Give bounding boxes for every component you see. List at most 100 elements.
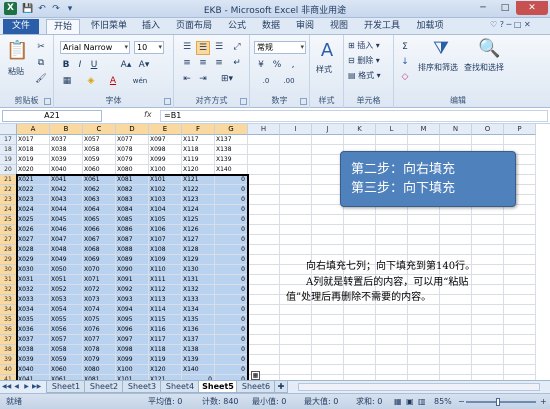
cell-k26[interactable] <box>344 225 376 235</box>
row-header-31[interactable]: 31 <box>0 275 17 285</box>
column-header-e[interactable]: E <box>149 124 182 135</box>
cell-d26[interactable]: X086 <box>116 225 149 235</box>
cell-h21[interactable] <box>248 175 280 185</box>
align-bottom-icon[interactable]: ☰ <box>212 41 226 53</box>
comma-icon[interactable]: , <box>286 59 300 71</box>
row-header-28[interactable]: 28 <box>0 245 17 255</box>
cell-d35[interactable]: X095 <box>116 315 149 325</box>
percent-icon[interactable]: % <box>270 59 284 71</box>
cell-d23[interactable]: X083 <box>116 195 149 205</box>
cell-p32[interactable] <box>504 285 536 295</box>
cell-g29[interactable]: 0 <box>215 255 248 265</box>
cell-m34[interactable] <box>408 305 440 315</box>
cell-b29[interactable]: X049 <box>50 255 83 265</box>
cell-g36[interactable]: 0 <box>215 325 248 335</box>
cell-h35[interactable] <box>248 315 280 325</box>
column-header-h[interactable]: H <box>248 124 280 135</box>
column-header-c[interactable]: C <box>83 124 116 135</box>
cell-c22[interactable]: X062 <box>83 185 116 195</box>
row-header-25[interactable]: 25 <box>0 215 17 225</box>
cell-l37[interactable] <box>376 335 408 345</box>
cell-k36[interactable] <box>344 325 376 335</box>
cell-g35[interactable]: 0 <box>215 315 248 325</box>
cell-e35[interactable]: X115 <box>149 315 182 325</box>
cell-j37[interactable] <box>312 335 344 345</box>
cell-a31[interactable]: X031 <box>17 275 50 285</box>
cell-h30[interactable] <box>248 265 280 275</box>
column-header-a[interactable]: A <box>17 124 50 135</box>
cell-p35[interactable] <box>504 315 536 325</box>
cell-b32[interactable]: X052 <box>50 285 83 295</box>
row-header-37[interactable]: 37 <box>0 335 17 345</box>
find-select-icon[interactable]: 🔍 <box>478 39 500 59</box>
cell-i34[interactable] <box>280 305 312 315</box>
border-icon[interactable]: ▦ <box>60 75 74 87</box>
cell-m39[interactable] <box>408 355 440 365</box>
cell-a27[interactable]: X027 <box>17 235 50 245</box>
tab-insert[interactable]: 插入 <box>136 19 166 34</box>
cell-d19[interactable]: X079 <box>116 155 149 165</box>
cell-j35[interactable] <box>312 315 344 325</box>
cell-d39[interactable]: X099 <box>116 355 149 365</box>
cell-l26[interactable] <box>376 225 408 235</box>
number-launcher-icon[interactable] <box>300 98 307 105</box>
cell-g19[interactable]: X139 <box>215 155 248 165</box>
row-header-30[interactable]: 30 <box>0 265 17 275</box>
cell-g25[interactable]: 0 <box>215 215 248 225</box>
zoom-slider-knob[interactable] <box>496 398 500 406</box>
last-sheet-icon[interactable]: ▶▶ <box>32 382 41 392</box>
insert-function-icon[interactable]: fx <box>144 110 152 119</box>
close-button[interactable]: ✕ <box>516 1 548 15</box>
font-launcher-icon[interactable] <box>164 98 171 105</box>
cell-n17[interactable] <box>440 135 472 145</box>
sheet-tab-sheet6[interactable]: Sheet6 <box>236 381 276 393</box>
cell-e37[interactable]: X117 <box>149 335 182 345</box>
fill-icon[interactable]: ↓ <box>398 56 412 68</box>
cell-k17[interactable] <box>344 135 376 145</box>
cell-h32[interactable] <box>248 285 280 295</box>
cell-h36[interactable] <box>248 325 280 335</box>
cell-h37[interactable] <box>248 335 280 345</box>
cell-f25[interactable]: X125 <box>182 215 215 225</box>
cell-b36[interactable]: X056 <box>50 325 83 335</box>
cell-g23[interactable]: 0 <box>215 195 248 205</box>
cell-f35[interactable]: X135 <box>182 315 215 325</box>
cell-l39[interactable] <box>376 355 408 365</box>
cell-e30[interactable]: X110 <box>149 265 182 275</box>
cell-b30[interactable]: X050 <box>50 265 83 275</box>
cell-f26[interactable]: X126 <box>182 225 215 235</box>
tab-page-layout[interactable]: 页面布局 <box>170 19 218 34</box>
cell-l27[interactable] <box>376 235 408 245</box>
cell-g30[interactable]: 0 <box>215 265 248 275</box>
cell-a20[interactable]: X020 <box>17 165 50 175</box>
cell-h18[interactable] <box>248 145 280 155</box>
cell-b25[interactable]: X045 <box>50 215 83 225</box>
cell-n39[interactable] <box>440 355 472 365</box>
row-header-17[interactable]: 17 <box>0 135 17 145</box>
cell-a24[interactable]: X024 <box>17 205 50 215</box>
cell-h27[interactable] <box>248 235 280 245</box>
cell-k35[interactable] <box>344 315 376 325</box>
styles-button[interactable]: 样式 <box>316 65 332 75</box>
cell-i21[interactable] <box>280 175 312 185</box>
cell-h34[interactable] <box>248 305 280 315</box>
cell-n38[interactable] <box>440 345 472 355</box>
cell-m37[interactable] <box>408 335 440 345</box>
paste-label[interactable]: 粘贴 <box>8 67 24 77</box>
cell-g27[interactable]: 0 <box>215 235 248 245</box>
cell-i36[interactable] <box>280 325 312 335</box>
row-header-24[interactable]: 24 <box>0 205 17 215</box>
cell-a32[interactable]: X032 <box>17 285 50 295</box>
cell-j25[interactable] <box>312 215 344 225</box>
cell-h33[interactable] <box>248 295 280 305</box>
font-size-select[interactable]: 10 ▾ <box>134 41 164 54</box>
cell-j36[interactable] <box>312 325 344 335</box>
row-header-29[interactable]: 29 <box>0 255 17 265</box>
cell-p40[interactable] <box>504 365 536 375</box>
sheet-tab-sheet2[interactable]: Sheet2 <box>84 381 124 393</box>
maximize-button[interactable]: □ <box>494 1 516 15</box>
align-left-icon[interactable]: ≡ <box>180 57 194 69</box>
align-top-icon[interactable]: ☰ <box>180 41 194 53</box>
cell-f32[interactable]: X132 <box>182 285 215 295</box>
cell-b27[interactable]: X047 <box>50 235 83 245</box>
